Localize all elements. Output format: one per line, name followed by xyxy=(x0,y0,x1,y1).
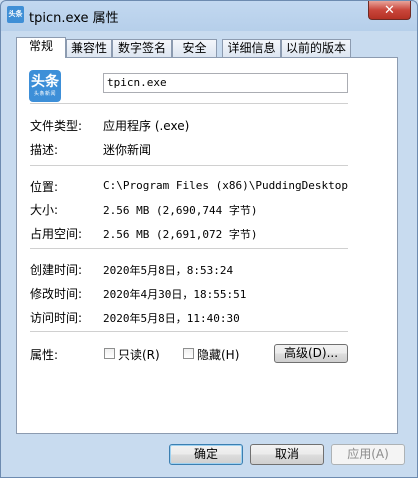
hidden-checkbox[interactable] xyxy=(183,348,194,359)
title-bar[interactable]: 头条 tpicn.exe 属性 ✕ xyxy=(1,1,417,29)
tab-security[interactable]: 安全 xyxy=(172,39,217,57)
description-value: 迷你新闻 xyxy=(103,143,152,157)
close-button[interactable]: ✕ xyxy=(368,1,411,20)
file-type-label: 文件类型: xyxy=(30,119,83,133)
hidden-checkbox-label[interactable]: 隐藏(H) xyxy=(197,346,239,363)
separator xyxy=(30,165,348,166)
general-panel: 头条 头条新闻 tpicn.exe 文件类型: 应用程序 (.exe) 描述: … xyxy=(16,57,398,434)
app-icon: 头条 头条新闻 xyxy=(29,70,61,102)
created-value: 2020年5月8日，8:53:24 xyxy=(103,264,234,277)
tab-compatibility[interactable]: 兼容性 xyxy=(66,39,112,57)
app-icon-main-text: 头条 xyxy=(31,74,59,90)
apply-button[interactable]: 应用(A) xyxy=(331,444,405,465)
size-on-disk-label: 占用空间: xyxy=(30,227,83,241)
app-title-icon: 头条 xyxy=(7,6,24,23)
separator xyxy=(30,331,348,332)
tab-details[interactable]: 详细信息 xyxy=(222,39,281,57)
properties-window: 头条 tpicn.exe 属性 ✕ 常规 兼容性 数字签名 安全 详细信息 以前… xyxy=(0,0,418,478)
cancel-button[interactable]: 取消 xyxy=(250,444,324,465)
location-label: 位置: xyxy=(30,180,59,194)
size-label: 大小: xyxy=(30,203,59,217)
size-on-disk-value: 2.56 MB (2,691,072 字节) xyxy=(103,228,258,241)
readonly-checkbox-label[interactable]: 只读(R) xyxy=(118,346,160,363)
tab-previous-versions[interactable]: 以前的版本 xyxy=(281,39,351,57)
location-value: C:\Program Files (x86)\PuddingDesktop xyxy=(103,179,349,192)
accessed-label: 访问时间: xyxy=(30,311,83,325)
tab-general[interactable]: 常规 xyxy=(16,37,66,58)
readonly-checkbox[interactable] xyxy=(104,348,115,359)
ok-button[interactable]: 确定 xyxy=(169,444,243,465)
size-value: 2.56 MB (2,690,744 字节) xyxy=(103,204,258,217)
window-title: tpicn.exe 属性 xyxy=(29,11,119,26)
description-label: 描述: xyxy=(30,143,59,157)
modified-label: 修改时间: xyxy=(30,287,83,301)
advanced-button[interactable]: 高级(D)... xyxy=(274,344,348,363)
accessed-value: 2020年5月8日，11:40:30 xyxy=(103,312,240,325)
file-name-field[interactable]: tpicn.exe xyxy=(103,73,348,93)
separator xyxy=(30,103,348,104)
attributes-label: 属性: xyxy=(30,348,59,362)
file-type-value: 应用程序 (.exe) xyxy=(103,119,190,133)
created-label: 创建时间: xyxy=(30,263,83,277)
app-icon-sub-text: 头条新闻 xyxy=(33,91,56,97)
modified-value: 2020年4月30日，18:55:51 xyxy=(103,288,247,301)
tab-digital-signatures[interactable]: 数字签名 xyxy=(112,39,172,57)
separator xyxy=(30,248,348,249)
